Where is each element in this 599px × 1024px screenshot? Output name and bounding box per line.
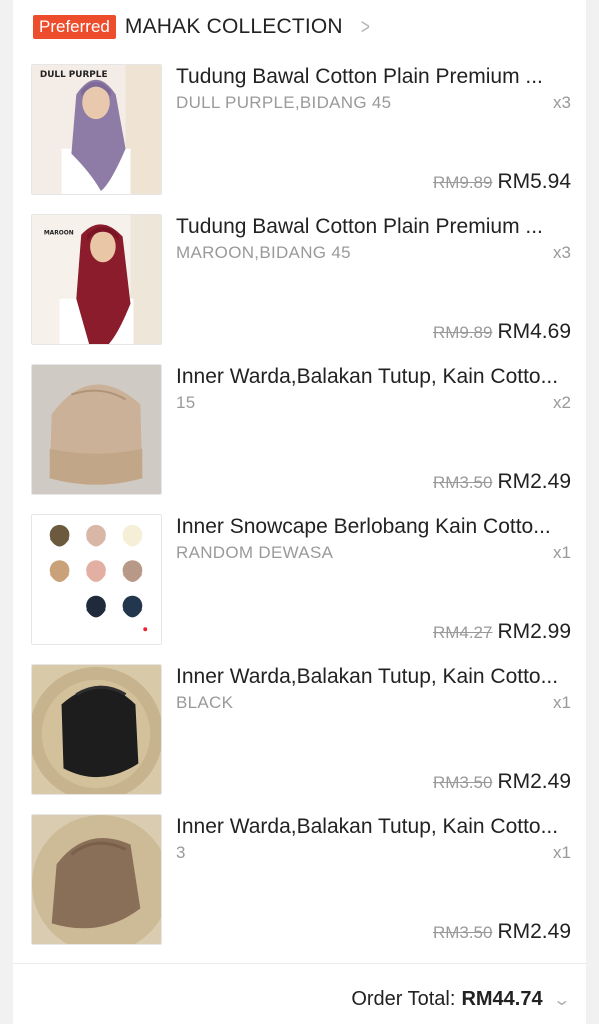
product-variant: 3	[176, 843, 186, 862]
original-price: RM3.50	[432, 473, 493, 492]
order-total-amount: RM44.74	[461, 988, 543, 1010]
product-variant: MAROON,BIDANG 45	[176, 243, 351, 262]
list-item[interactable]: MAROON Tudung Bawal Cotton Plain Premium…	[31, 214, 571, 346]
product-qty: x1	[553, 843, 571, 862]
product-title: Inner Warda,Balakan Tutup, Kain Cotto...	[176, 365, 559, 388]
list-item[interactable]: Inner Warda,Balakan Tutup, Kain Cotto...…	[31, 364, 571, 496]
product-variant: RANDOM DEWASA	[176, 543, 334, 562]
discounted-price: RM2.49	[497, 470, 571, 493]
product-image[interactable]	[31, 364, 162, 495]
product-title: Inner Warda,Balakan Tutup, Kain Cotto...	[176, 665, 559, 688]
product-title: Inner Warda,Balakan Tutup, Kain Cotto...	[176, 815, 559, 838]
price-row: RM3.50 RM2.49	[433, 770, 571, 794]
discounted-price: RM4.69	[497, 320, 571, 343]
product-qty: x3	[553, 243, 571, 262]
original-price: RM3.50	[432, 923, 493, 942]
price-row: RM3.50 RM2.49	[433, 470, 571, 494]
price-row: RM3.50 RM2.49	[433, 920, 571, 944]
original-price: RM4.27	[432, 623, 493, 642]
product-image[interactable]	[31, 514, 162, 645]
shop-header[interactable]: Preferred MAHAK COLLECTION >	[33, 14, 372, 40]
list-item[interactable]: Inner Warda,Balakan Tutup, Kain Cotto...…	[31, 664, 571, 796]
product-variant: 15	[176, 393, 196, 412]
chevron-right-icon[interactable]: >	[361, 14, 370, 40]
product-title: Tudung Bawal Cotton Plain Premium ...	[176, 215, 543, 238]
original-price: RM9.89	[432, 173, 493, 192]
original-price: RM3.50	[432, 773, 493, 792]
price-row: RM9.89 RM5.94	[433, 170, 571, 194]
shop-name[interactable]: MAHAK COLLECTION	[125, 15, 343, 39]
discounted-price: RM2.99	[497, 620, 571, 643]
list-item[interactable]: Inner Snowcape Berlobang Kain Cotto... R…	[31, 514, 571, 646]
discounted-price: RM2.49	[497, 920, 571, 943]
product-image[interactable]: MAROON	[31, 214, 162, 345]
product-qty: x3	[553, 93, 571, 112]
product-image[interactable]	[31, 664, 162, 795]
list-item[interactable]: Inner Warda,Balakan Tutup, Kain Cotto...…	[31, 814, 571, 946]
product-qty: x1	[553, 693, 571, 712]
discounted-price: RM5.94	[497, 170, 571, 193]
order-total[interactable]: Order Total: RM44.74 ⌄	[351, 988, 571, 1011]
image-label: DULL PURPLE	[40, 70, 108, 80]
product-title: Tudung Bawal Cotton Plain Premium ...	[176, 65, 543, 88]
order-card: Preferred MAHAK COLLECTION > DULL PURPLE…	[13, 0, 586, 1024]
preferred-badge: Preferred	[33, 15, 116, 39]
chevron-down-icon[interactable]: ⌄	[552, 990, 571, 1010]
product-title: Inner Snowcape Berlobang Kain Cotto...	[176, 515, 551, 538]
product-variant: DULL PURPLE,BIDANG 45	[176, 93, 392, 112]
original-price: RM9.89	[432, 323, 493, 342]
order-total-label: Order Total:	[351, 988, 456, 1010]
list-item[interactable]: DULL PURPLE Tudung Bawal Cotton Plain Pr…	[31, 64, 571, 196]
product-image[interactable]	[31, 814, 162, 945]
product-qty: x1	[553, 543, 571, 562]
discounted-price: RM2.49	[497, 770, 571, 793]
price-row: RM9.89 RM4.69	[433, 320, 571, 344]
image-label: MAROON	[44, 231, 74, 237]
product-variant: BLACK	[176, 693, 234, 712]
price-row: RM4.27 RM2.99	[433, 620, 571, 644]
product-qty: x2	[553, 393, 571, 412]
divider	[13, 963, 586, 964]
product-image[interactable]: DULL PURPLE	[31, 64, 162, 195]
